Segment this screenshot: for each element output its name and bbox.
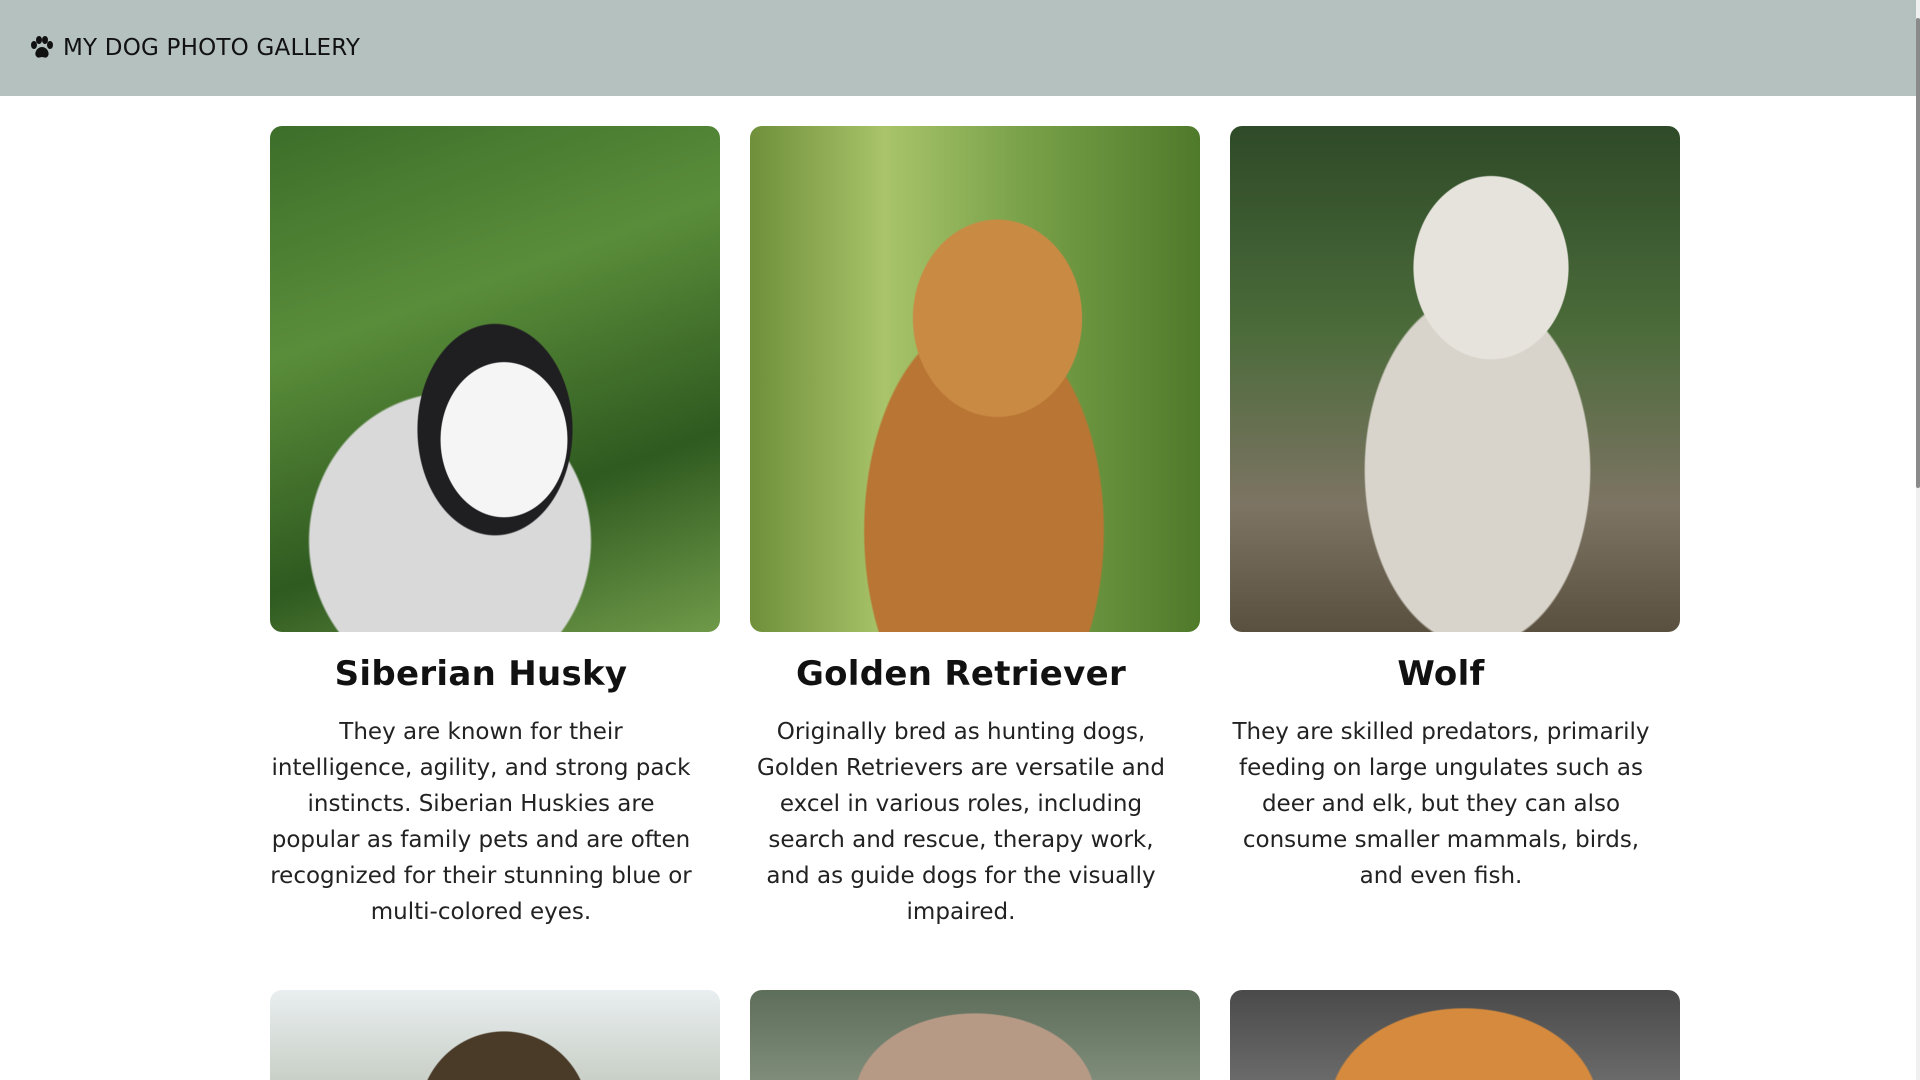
dog-photo[interactable] <box>1230 990 1680 1080</box>
card-description: They are skilled predators, primarily fe… <box>1232 719 1650 889</box>
gallery-card: Golden Retriever Originally bred as hunt… <box>750 126 1200 930</box>
siberian-husky-photo[interactable] <box>270 126 720 632</box>
gallery-card: Wolf They are skilled predators, primari… <box>1230 126 1680 930</box>
site-title: MY DOG PHOTO GALLERY <box>63 35 361 61</box>
wolf-photo[interactable] <box>1230 126 1680 632</box>
dog-photo[interactable] <box>270 990 720 1080</box>
golden-retriever-photo[interactable] <box>750 126 1200 632</box>
card-description: They are known for their intelligence, a… <box>270 719 692 925</box>
gallery-card <box>1230 990 1680 1080</box>
card-title: Golden Retriever <box>795 654 1127 694</box>
site-brand[interactable]: MY DOG PHOTO GALLERY <box>29 35 360 61</box>
card-description: Originally bred as hunting dogs, Golden … <box>757 719 1165 925</box>
site-header: MY DOG PHOTO GALLERY <box>0 0 1920 96</box>
dog-photo[interactable] <box>750 990 1200 1080</box>
gallery-card: Siberian Husky They are known for their … <box>270 126 720 930</box>
gallery-grid: Siberian Husky They are known for their … <box>270 126 1680 1080</box>
paw-icon <box>29 36 55 60</box>
gallery-card <box>750 990 1200 1080</box>
card-title: Wolf <box>1397 654 1485 694</box>
gallery-card <box>270 990 720 1080</box>
scrollbar-thumb[interactable] <box>1916 18 1920 488</box>
card-title: Siberian Husky <box>334 654 628 694</box>
